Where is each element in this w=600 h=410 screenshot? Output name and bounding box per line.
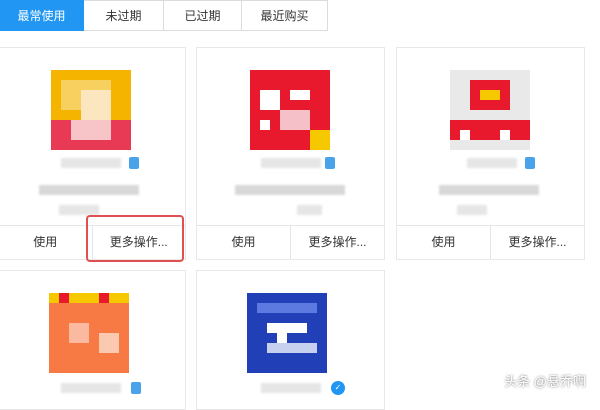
more-actions-button[interactable]: 更多操作... <box>290 226 384 259</box>
app-thumbnail[interactable] <box>49 293 129 373</box>
tab-most-used[interactable]: 最常使用 <box>0 0 84 31</box>
app-desc-blurred <box>297 205 322 215</box>
card-actions: 使用 更多操作... <box>397 225 584 259</box>
tab-bar: 最常使用 未过期 已过期 最近购买 <box>0 0 328 31</box>
tab-expired[interactable]: 已过期 <box>164 0 242 31</box>
use-button[interactable]: 使用 <box>397 226 490 259</box>
app-thumbnail[interactable] <box>250 70 330 150</box>
app-name-blurred <box>61 383 121 393</box>
app-card: 使用 更多操作... <box>196 47 385 260</box>
app-thumbnail[interactable] <box>247 293 327 373</box>
app-desc-blurred <box>59 205 99 215</box>
app-desc-blurred <box>439 185 539 195</box>
tab-recent-purchase[interactable]: 最近购买 <box>242 0 328 31</box>
tab-not-expired[interactable]: 未过期 <box>84 0 164 31</box>
verified-badge-icon <box>129 157 139 169</box>
app-card: 使用 更多操作... <box>396 47 585 260</box>
app-name-blurred <box>261 383 321 393</box>
app-card: ✓ <box>196 270 385 410</box>
use-button[interactable]: 使用 <box>0 226 92 259</box>
verified-badge-icon <box>525 157 535 169</box>
card-actions: 使用 更多操作... <box>197 225 384 259</box>
highlight-box <box>86 215 184 262</box>
use-button[interactable]: 使用 <box>197 226 290 259</box>
verified-badge-icon: ✓ <box>331 381 345 395</box>
app-desc-blurred <box>457 205 487 215</box>
app-desc-blurred <box>39 185 139 195</box>
app-name-blurred <box>467 158 517 168</box>
app-name-blurred <box>61 158 121 168</box>
app-card <box>0 270 186 410</box>
watermark: 头条 @悬乔啊 <box>504 374 586 389</box>
verified-badge-icon <box>131 382 141 394</box>
more-actions-button[interactable]: 更多操作... <box>490 226 584 259</box>
app-name-blurred <box>261 158 321 168</box>
verified-badge-icon <box>325 157 335 169</box>
app-thumbnail[interactable] <box>51 70 131 150</box>
app-desc-blurred <box>235 185 345 195</box>
app-thumbnail[interactable] <box>450 70 530 150</box>
